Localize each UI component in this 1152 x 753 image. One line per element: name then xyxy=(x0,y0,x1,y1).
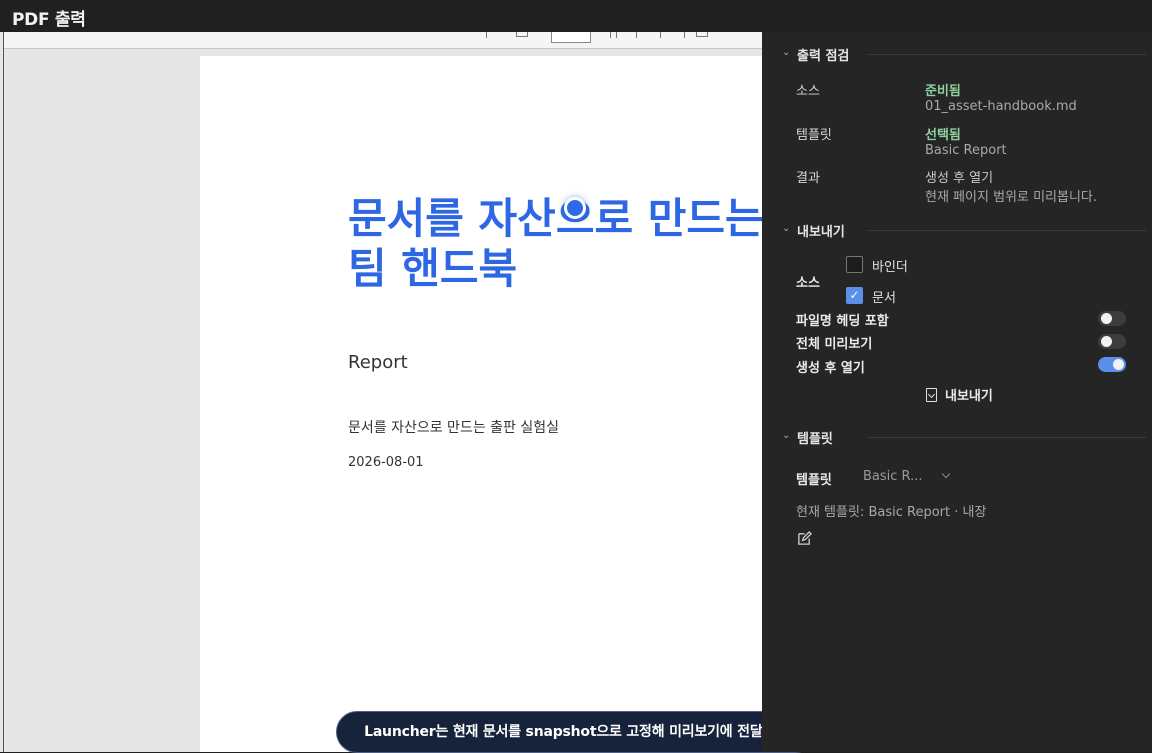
document-date: 2026-08-01 xyxy=(348,455,424,470)
toggle-knob xyxy=(1101,313,1112,324)
toggle-knob xyxy=(1113,359,1124,370)
document-label[interactable]: 문서 xyxy=(872,287,896,306)
export-source-label: 소스 xyxy=(796,276,820,291)
section-template-header[interactable]: ⌄ 템플릿 xyxy=(782,428,1146,447)
toolbar-view-icon[interactable] xyxy=(696,32,708,37)
chevron-down-icon: ⌄ xyxy=(782,223,791,234)
document-checkbox[interactable]: ✓ xyxy=(846,287,863,304)
check-source-value: 01_asset-handbook.md xyxy=(925,99,1077,114)
export-button[interactable]: 내보내기 xyxy=(926,385,993,405)
check-source-status: 준비됨 xyxy=(925,84,961,99)
template-select-label: 템플릿 xyxy=(796,473,832,488)
toolbar-tick xyxy=(610,32,611,38)
toolbar-tick xyxy=(636,32,637,38)
window-title: PDF 출력 xyxy=(12,10,86,30)
export-panel: ⌄ 출력 점검 소스 준비됨 01_asset-handbook.md 템플릿 … xyxy=(762,32,1152,752)
toolbar-tick xyxy=(660,32,661,38)
filename-heading-toggle[interactable] xyxy=(1098,311,1126,326)
window-titlebar: PDF 출력 xyxy=(0,0,1152,32)
check-result-label: 결과 xyxy=(796,171,820,186)
binder-label[interactable]: 바인더 xyxy=(872,256,908,275)
binder-checkbox[interactable] xyxy=(846,256,863,273)
check-template-status: 선택됨 xyxy=(925,128,961,143)
full-preview-label: 전체 미리보기 xyxy=(796,337,873,352)
full-preview-toggle[interactable] xyxy=(1098,334,1126,349)
document-title-line2: 팀 핸드북 xyxy=(348,244,518,293)
filename-heading-label: 파일명 헤딩 포함 xyxy=(796,314,889,329)
check-template-label: 템플릿 xyxy=(796,128,832,143)
open-after-label: 생성 후 열기 xyxy=(796,361,865,376)
document-meta: 문서를 자산으로 만드는 출판 실험실 xyxy=(348,420,559,436)
cursor-indicator xyxy=(564,197,586,219)
document-subtitle: Report xyxy=(348,352,408,373)
template-select-value: Basic R... xyxy=(863,469,923,484)
chevron-down-icon xyxy=(941,469,951,479)
chevron-down-icon: ⌄ xyxy=(782,47,791,58)
toolbar-tick xyxy=(684,32,685,38)
pdf-preview-area[interactable]: 문서를 자산으로 만드는 팀 핸드북 Report 문서를 자산으로 만드는 출… xyxy=(0,32,762,752)
toolbar-tick xyxy=(616,32,617,38)
document-title: 문서를 자산으로 만드는 팀 핸드북 xyxy=(348,194,762,294)
preview-toolbar xyxy=(4,32,762,49)
section-check-header[interactable]: ⌄ 출력 점검 xyxy=(782,45,1146,64)
check-result-value1: 생성 후 열기 xyxy=(925,171,994,186)
toolbar-tick xyxy=(486,32,487,38)
chevron-down-icon: ⌄ xyxy=(782,430,791,441)
export-button-label: 내보내기 xyxy=(945,389,993,404)
toggle-knob xyxy=(1101,336,1112,347)
section-export-title: 내보내기 xyxy=(797,225,845,240)
section-template-title: 템플릿 xyxy=(797,432,833,447)
page-number-input[interactable] xyxy=(551,32,591,43)
document-title-line1: 문서를 자산으로 만드는 xyxy=(348,194,762,243)
section-check-title: 출력 점검 xyxy=(797,49,850,64)
section-divider xyxy=(867,230,1146,231)
file-download-icon xyxy=(926,388,937,402)
open-after-toggle[interactable] xyxy=(1098,357,1126,372)
toolbar-page-icon[interactable] xyxy=(516,32,528,37)
check-template-value: Basic Report xyxy=(925,143,1007,158)
section-divider xyxy=(867,437,1146,438)
section-divider xyxy=(867,54,1146,55)
section-export-header[interactable]: ⌄ 내보내기 xyxy=(782,221,1146,240)
template-current-info: 현재 템플릿: Basic Report · 내장 xyxy=(796,505,987,520)
preview-border xyxy=(3,32,4,752)
pdf-page: 문서를 자산으로 만드는 팀 핸드북 Report 문서를 자산으로 만드는 출… xyxy=(200,56,762,752)
template-select[interactable]: Basic R... xyxy=(863,469,953,489)
check-source-label: 소스 xyxy=(796,84,820,99)
edit-icon[interactable] xyxy=(797,531,812,546)
check-result-value2: 현재 페이지 범위로 미리봅니다. xyxy=(925,190,1098,205)
toast-message: Launcher는 현재 문서를 snapshot으로 고정해 미리보기에 전달… xyxy=(336,711,816,753)
